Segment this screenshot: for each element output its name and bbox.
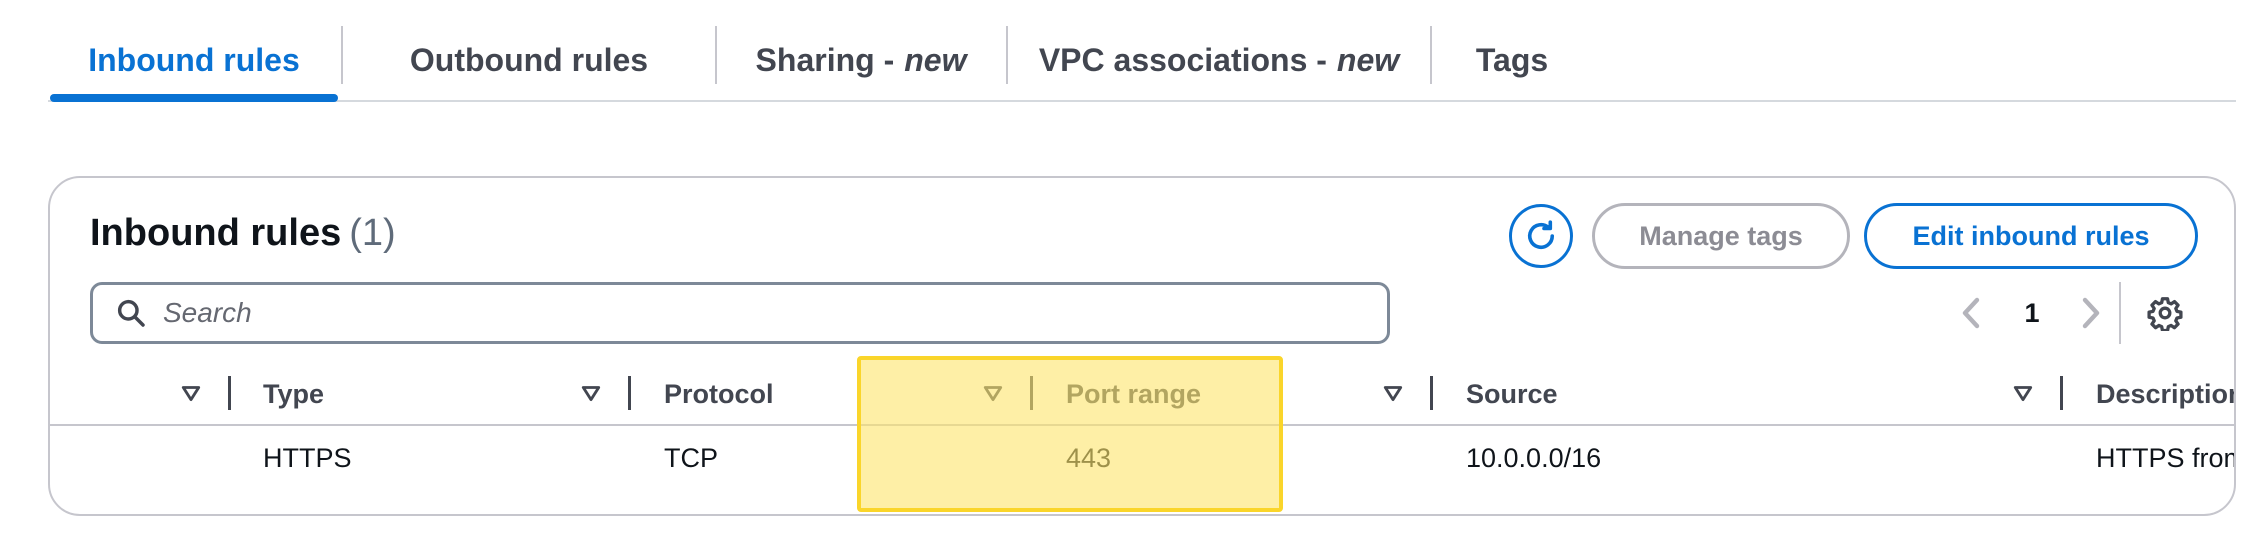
tab-label: Tags	[1475, 41, 1549, 78]
pagination-divider	[2119, 282, 2121, 344]
previous-page-button[interactable]	[1956, 288, 1986, 338]
tab-inbound-rules[interactable]: Inbound rules	[48, 20, 340, 100]
column-header-type[interactable]: Type	[263, 374, 324, 414]
cell-source: 10.0.0.0/16	[1466, 442, 1602, 473]
tab-bar: Inbound rules Outbound rules Sharing - n…	[48, 20, 2236, 102]
tab-outbound-rules[interactable]: Outbound rules	[343, 20, 715, 100]
tab-new-tag: new	[1336, 41, 1400, 78]
column-header-description[interactable]: Description	[2096, 374, 2234, 414]
column-resize-handle[interactable]	[2060, 376, 2063, 410]
column-resize-handle[interactable]	[1430, 376, 1433, 410]
edit-inbound-rules-button[interactable]: Edit inbound rules	[1864, 203, 2198, 269]
table-row: HTTPS TCP 443 10.0.0.0/16 HTTPS from	[50, 426, 2236, 490]
manage-tags-button[interactable]: Manage tags	[1592, 203, 1850, 269]
tab-tags[interactable]: Tags	[1432, 20, 1592, 100]
next-page-button[interactable]	[2076, 288, 2106, 338]
sort-down-icon[interactable]	[2012, 382, 2034, 404]
tab-label: Outbound rules	[409, 41, 649, 78]
page-number-button[interactable]: 1	[2014, 288, 2050, 338]
tab-new-tag: new	[904, 41, 967, 78]
panel-title-text: Inbound rules	[90, 212, 342, 254]
tab-sharing[interactable]: Sharing - new	[717, 20, 1005, 100]
refresh-button[interactable]	[1509, 204, 1573, 268]
column-resize-handle[interactable]	[628, 376, 631, 410]
column-header-port-range[interactable]: Port range	[1066, 374, 1201, 414]
search-field[interactable]	[90, 282, 1390, 344]
panel-title: Inbound rules (1)	[90, 212, 396, 255]
table-header: Type Protocol Port range Source Descript…	[50, 362, 2234, 426]
sort-down-icon[interactable]	[180, 382, 202, 404]
column-resize-handle[interactable]	[1030, 376, 1033, 410]
search-icon	[117, 299, 145, 327]
sort-down-icon[interactable]	[982, 382, 1004, 404]
column-header-protocol[interactable]: Protocol	[664, 374, 774, 414]
tab-label: Inbound rules	[88, 41, 300, 78]
cell-type: HTTPS	[263, 442, 352, 473]
tab-vpc-associations[interactable]: VPC associations - new	[1008, 20, 1430, 100]
sort-down-icon[interactable]	[580, 382, 602, 404]
cell-port-range: 443	[1066, 442, 1112, 473]
search-input[interactable]	[163, 297, 1343, 329]
tab-label: Sharing -	[755, 41, 895, 78]
column-header-source[interactable]: Source	[1466, 374, 1558, 414]
chevron-left-icon	[1962, 297, 1980, 329]
active-tab-indicator	[50, 94, 338, 102]
table-preferences-button[interactable]	[2140, 288, 2190, 338]
cell-description: HTTPS from	[2096, 442, 2236, 473]
rules-count: (1)	[349, 212, 396, 254]
gear-icon	[2147, 297, 2183, 331]
tab-label: VPC associations -	[1038, 41, 1327, 78]
chevron-right-icon	[2082, 297, 2100, 329]
inbound-rules-panel: Inbound rules (1) Manage tags Edit inboun…	[48, 176, 2236, 516]
sort-down-icon[interactable]	[1382, 382, 1404, 404]
refresh-icon	[1527, 220, 1555, 250]
cell-protocol: TCP	[664, 442, 718, 473]
column-resize-handle[interactable]	[228, 376, 231, 410]
